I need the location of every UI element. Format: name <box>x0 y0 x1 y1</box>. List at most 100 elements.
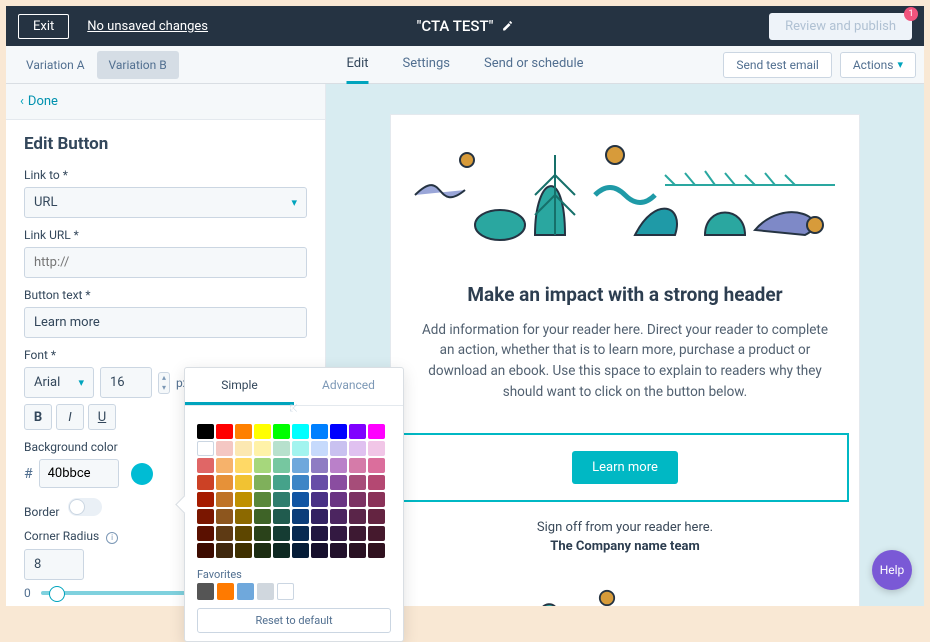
favorite-swatch[interactable] <box>197 583 214 600</box>
color-swatch[interactable] <box>197 424 214 439</box>
color-swatch[interactable] <box>197 509 214 524</box>
color-swatch[interactable] <box>292 458 309 473</box>
color-swatch[interactable] <box>349 458 366 473</box>
color-swatch[interactable] <box>216 441 233 456</box>
color-swatch[interactable] <box>368 526 385 541</box>
stepper-up-icon[interactable]: ▴ <box>159 373 169 383</box>
color-swatch[interactable] <box>254 509 271 524</box>
color-swatch[interactable] <box>292 475 309 490</box>
color-swatch[interactable] <box>235 492 252 507</box>
exit-button[interactable]: Exit <box>18 14 69 39</box>
color-swatch[interactable] <box>349 441 366 456</box>
color-swatch[interactable] <box>292 492 309 507</box>
color-swatch[interactable] <box>197 441 214 456</box>
font-size-stepper[interactable]: ▴ ▾ <box>158 372 170 394</box>
favorite-swatch[interactable] <box>237 583 254 600</box>
edit-title-icon[interactable] <box>501 20 513 32</box>
color-swatch[interactable] <box>254 475 271 490</box>
color-swatch[interactable] <box>330 441 347 456</box>
color-swatch[interactable] <box>216 424 233 439</box>
color-swatch[interactable] <box>254 543 271 558</box>
color-swatch[interactable] <box>330 424 347 439</box>
color-swatch[interactable] <box>235 441 252 456</box>
color-swatch[interactable] <box>349 424 366 439</box>
color-swatch[interactable] <box>235 475 252 490</box>
favorite-swatch[interactable] <box>277 583 294 600</box>
review-publish-button[interactable]: Review and publish 1 <box>769 13 912 40</box>
color-swatch[interactable] <box>254 492 271 507</box>
italic-button[interactable]: I <box>56 404 84 430</box>
color-swatch[interactable] <box>197 492 214 507</box>
corner-radius-input[interactable] <box>24 549 84 580</box>
color-swatch[interactable] <box>330 526 347 541</box>
color-swatch[interactable] <box>235 458 252 473</box>
color-swatch[interactable] <box>273 509 290 524</box>
color-swatch[interactable] <box>368 509 385 524</box>
help-bubble-button[interactable]: Help <box>872 550 912 590</box>
color-swatch[interactable] <box>197 526 214 541</box>
done-back-link[interactable]: ‹ Done <box>6 84 325 120</box>
color-swatch[interactable] <box>273 475 290 490</box>
button-text-input[interactable] <box>24 307 307 338</box>
color-swatch[interactable] <box>368 543 385 558</box>
tab-settings[interactable]: Settings <box>403 46 450 84</box>
color-swatch[interactable] <box>292 509 309 524</box>
color-swatch[interactable] <box>273 424 290 439</box>
color-swatch[interactable] <box>235 543 252 558</box>
color-swatch[interactable] <box>273 543 290 558</box>
color-swatch[interactable] <box>330 543 347 558</box>
color-swatch[interactable] <box>197 458 214 473</box>
color-swatch[interactable] <box>292 526 309 541</box>
color-swatch[interactable] <box>311 424 328 439</box>
tab-send[interactable]: Send or schedule <box>484 46 584 84</box>
link-to-select[interactable]: URL ▾ <box>24 187 307 218</box>
color-swatch[interactable] <box>330 509 347 524</box>
link-url-input[interactable] <box>24 247 307 278</box>
color-swatch[interactable] <box>330 492 347 507</box>
color-swatch[interactable] <box>235 526 252 541</box>
border-toggle[interactable] <box>68 498 102 516</box>
color-swatch[interactable] <box>368 424 385 439</box>
color-swatch[interactable] <box>330 458 347 473</box>
color-swatch[interactable] <box>292 424 309 439</box>
color-swatch[interactable] <box>311 526 328 541</box>
unsaved-changes-link[interactable]: No unsaved changes <box>87 19 208 34</box>
color-swatch[interactable] <box>254 424 271 439</box>
variation-b-tab[interactable]: Variation B <box>97 51 179 79</box>
color-swatch[interactable] <box>216 475 233 490</box>
color-swatch[interactable] <box>292 441 309 456</box>
favorite-swatch[interactable] <box>257 583 274 600</box>
color-swatch[interactable] <box>368 475 385 490</box>
color-swatch[interactable] <box>216 543 233 558</box>
color-swatch[interactable] <box>311 458 328 473</box>
color-swatch[interactable] <box>368 492 385 507</box>
send-test-email-button[interactable]: Send test email <box>723 52 832 78</box>
color-swatch[interactable] <box>368 441 385 456</box>
color-swatch[interactable] <box>216 458 233 473</box>
background-color-swatch[interactable] <box>131 463 153 485</box>
color-swatch[interactable] <box>197 543 214 558</box>
color-swatch[interactable] <box>216 526 233 541</box>
color-swatch[interactable] <box>197 475 214 490</box>
color-swatch[interactable] <box>311 475 328 490</box>
cta-button[interactable]: Learn more <box>572 451 678 484</box>
color-swatch[interactable] <box>349 526 366 541</box>
favorite-swatch[interactable] <box>217 583 234 600</box>
info-icon[interactable]: i <box>106 532 118 544</box>
color-swatch[interactable] <box>254 441 271 456</box>
colorpicker-tab-simple[interactable]: Simple <box>185 368 294 405</box>
color-swatch[interactable] <box>235 424 252 439</box>
color-swatch[interactable] <box>349 492 366 507</box>
color-swatch[interactable] <box>349 543 366 558</box>
color-swatch[interactable] <box>311 509 328 524</box>
color-swatch[interactable] <box>311 441 328 456</box>
color-swatch[interactable] <box>254 526 271 541</box>
color-swatch[interactable] <box>311 543 328 558</box>
font-family-select[interactable]: Arial ▾ <box>24 367 94 398</box>
color-swatch[interactable] <box>273 441 290 456</box>
color-swatch[interactable] <box>330 475 347 490</box>
color-swatch[interactable] <box>216 509 233 524</box>
variation-a-tab[interactable]: Variation A <box>14 51 97 79</box>
underline-button[interactable]: U <box>88 404 116 430</box>
actions-dropdown-button[interactable]: Actions ▾ <box>840 52 916 78</box>
